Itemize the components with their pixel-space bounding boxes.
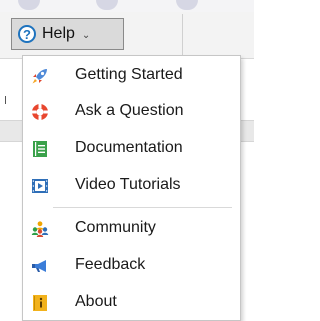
menu-item-label: About bbox=[75, 293, 117, 310]
info-icon bbox=[33, 295, 47, 311]
decor-bump bbox=[96, 0, 118, 10]
help-button-label: Help bbox=[42, 25, 75, 42]
title-strip bbox=[0, 0, 254, 12]
app-window: ? Help ⌄ Getting Started Ask a Question bbox=[0, 0, 254, 321]
help-dropdown-menu: Getting Started Ask a Question Documenta… bbox=[22, 55, 241, 321]
help-menu-button[interactable]: ? Help ⌄ bbox=[11, 18, 124, 50]
book-icon bbox=[33, 141, 47, 157]
menu-item-video-tutorials[interactable]: Video Tutorials bbox=[23, 168, 240, 204]
menu-item-ask-a-question[interactable]: Ask a Question bbox=[23, 94, 240, 130]
menu-item-getting-started[interactable]: Getting Started bbox=[23, 58, 240, 94]
decor-bump bbox=[176, 0, 198, 10]
question-circle-icon: ? bbox=[18, 25, 36, 43]
menu-item-label: Feedback bbox=[75, 256, 146, 273]
background-text-fragment bbox=[5, 96, 6, 104]
ribbon-divider bbox=[182, 14, 183, 58]
people-icon bbox=[31, 221, 49, 237]
lifebuoy-icon bbox=[32, 104, 48, 120]
menu-item-documentation[interactable]: Documentation bbox=[23, 131, 240, 167]
menu-item-label: Community bbox=[75, 219, 156, 236]
megaphone-icon bbox=[32, 260, 46, 272]
menu-item-about[interactable]: About bbox=[23, 285, 240, 321]
menu-item-label: Getting Started bbox=[75, 66, 183, 83]
menu-item-label: Video Tutorials bbox=[75, 176, 181, 193]
film-icon bbox=[32, 179, 48, 193]
menu-item-label: Ask a Question bbox=[75, 102, 184, 119]
menu-separator bbox=[53, 207, 232, 208]
rocket-icon bbox=[32, 69, 47, 84]
decor-bump bbox=[18, 0, 40, 10]
menu-item-feedback[interactable]: Feedback bbox=[23, 248, 240, 284]
menu-item-community[interactable]: Community bbox=[23, 211, 240, 247]
chevron-down-icon: ⌄ bbox=[81, 29, 91, 41]
menu-item-label: Documentation bbox=[75, 139, 183, 156]
